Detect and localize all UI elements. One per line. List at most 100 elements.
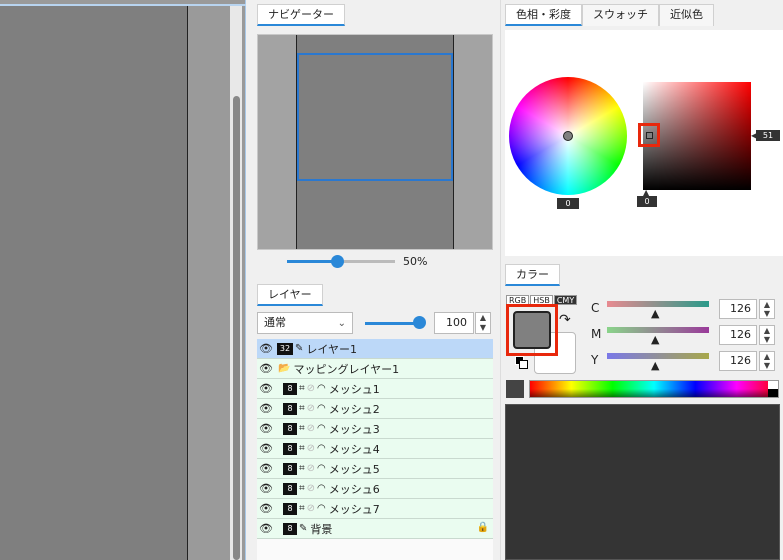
layer-panel: レイヤー 通常 ⌄ 100 ▲ ▼ 👁 32 ✎ レイヤー1 👁 📂 マッピングレ… xyxy=(251,280,497,560)
tab-hue-saturation[interactable]: 色相・彩度 xyxy=(505,4,582,26)
layer-row[interactable]: 👁 8 ⌗ ⊘ ◠ メッシュ5 xyxy=(257,459,493,479)
link-icon: ⊘ xyxy=(306,503,316,514)
color-history-area[interactable] xyxy=(505,404,780,560)
mesh-icon: ◠ xyxy=(317,443,326,454)
layer-list[interactable]: 👁 32 ✎ レイヤー1 👁 📂 マッピングレイヤー1 👁 8 ⌗ ⊘ ◠ メッ… xyxy=(257,339,493,560)
eye-icon[interactable]: 👁 xyxy=(257,462,275,475)
hue-value-badge: 0 xyxy=(557,198,579,209)
opacity-slider-knob[interactable] xyxy=(413,316,426,329)
link-icon: ⊘ xyxy=(306,383,316,394)
tab-swatch[interactable]: スウォッチ xyxy=(582,4,659,26)
layer-row[interactable]: 👁 8 ⌗ ⊘ ◠ メッシュ6 xyxy=(257,479,493,499)
layer-name: マッピングレイヤー1 xyxy=(293,362,400,376)
mesh-grid-icon: ⌗ xyxy=(299,423,305,434)
layer-row[interactable]: 👁 8 ⌗ ⊘ ◠ メッシュ7 xyxy=(257,499,493,519)
zoom-slider-knob[interactable] xyxy=(331,255,344,268)
channel-label-m: M xyxy=(591,327,602,341)
layer-row[interactable]: 👁 8 ⌗ ⊘ ◠ メッシュ2 xyxy=(257,399,493,419)
navigator-preview[interactable] xyxy=(257,34,493,250)
saturation-value-marker[interactable] xyxy=(638,123,660,147)
mesh-icon: ◠ xyxy=(317,383,326,394)
opacity-input[interactable]: 100 xyxy=(434,312,474,334)
layer-row[interactable]: 👁 8 ⌗ ⊘ ◠ メッシュ4 xyxy=(257,439,493,459)
color-spectrum-bar[interactable] xyxy=(529,380,779,398)
blend-mode-select[interactable]: 通常 ⌄ xyxy=(257,312,353,334)
layer-name: メッシュ2 xyxy=(328,402,380,416)
cyan-input[interactable]: 126 xyxy=(719,299,757,319)
eye-icon[interactable]: 👁 xyxy=(257,382,275,395)
bit-depth-badge: 8 xyxy=(283,522,297,535)
eye-icon[interactable]: 👁 xyxy=(257,442,275,455)
mesh-grid-icon: ⌗ xyxy=(299,503,305,514)
zoom-slider-fill xyxy=(287,260,337,263)
layer-name: メッシュ5 xyxy=(328,462,380,476)
tab-similar-colors[interactable]: 近似色 xyxy=(659,4,714,26)
color-tab-bar: 色相・彩度 スウォッチ 近似色 xyxy=(505,4,714,26)
layer-row[interactable]: 👁 8 ⌗ ⊘ ◠ メッシュ3 xyxy=(257,419,493,439)
canvas-scroll-thumb[interactable] xyxy=(233,96,240,560)
layer-name: メッシュ4 xyxy=(328,442,380,456)
mesh-icon: ◠ xyxy=(317,463,326,474)
eye-icon[interactable]: 👁 xyxy=(257,502,275,515)
link-icon: ⊘ xyxy=(306,423,316,434)
cyan-slider-knob[interactable]: ▲ xyxy=(651,307,659,320)
mesh-icon: ◠ xyxy=(317,503,326,514)
eye-icon[interactable]: 👁 xyxy=(257,342,275,355)
tab-layers[interactable]: レイヤー xyxy=(257,284,323,306)
eye-icon[interactable]: 👁 xyxy=(257,362,275,375)
mesh-grid-icon: ⌗ xyxy=(299,483,305,494)
yellow-spinner[interactable]: ▲ ▼ xyxy=(759,351,775,371)
black-white-chip[interactable] xyxy=(768,381,778,397)
bit-depth-badge: 8 xyxy=(283,442,297,455)
swap-colors-icon[interactable]: ↷ xyxy=(559,312,571,328)
magenta-spinner[interactable]: ▲ ▼ xyxy=(759,325,775,345)
channel-label-c: C xyxy=(591,301,600,315)
reset-white-square xyxy=(519,360,528,369)
folder-icon[interactable]: 📂 xyxy=(278,363,290,374)
bit-depth-badge: 8 xyxy=(283,422,297,435)
layer-name: 背景 xyxy=(310,522,333,536)
mesh-grid-icon: ⌗ xyxy=(299,463,305,474)
hue-wheel-cursor[interactable] xyxy=(563,131,573,141)
eye-icon[interactable]: 👁 xyxy=(257,482,275,495)
color-wheel-area: 0 ◀ 51 ▲ 0 xyxy=(505,30,783,256)
canvas-document[interactable] xyxy=(0,6,188,560)
magenta-input[interactable]: 126 xyxy=(719,325,757,345)
yellow-slider-knob[interactable]: ▲ xyxy=(651,359,659,372)
bit-depth-badge: 8 xyxy=(283,382,297,395)
layer-row[interactable]: 👁 32 ✎ レイヤー1 xyxy=(257,339,493,359)
layer-row[interactable]: 👁 8 ✎ 背景 🔒 xyxy=(257,519,493,539)
main-color-swatch[interactable] xyxy=(513,311,551,349)
link-icon: ⊘ xyxy=(306,483,316,494)
link-icon: ⊘ xyxy=(306,443,316,454)
mesh-grid-icon: ⌗ xyxy=(299,403,305,414)
magenta-slider-knob[interactable]: ▲ xyxy=(651,333,659,346)
mesh-icon: ◠ xyxy=(317,403,326,414)
channel-label-y: Y xyxy=(591,353,599,367)
pencil-icon: ✎ xyxy=(295,343,304,354)
canvas-area[interactable] xyxy=(0,0,246,560)
opacity-spinner[interactable]: ▲ ▼ xyxy=(475,312,491,334)
reset-colors-icon[interactable] xyxy=(515,356,529,370)
eye-icon[interactable]: 👁 xyxy=(257,402,275,415)
gray-chip[interactable] xyxy=(506,380,524,398)
tab-navigator[interactable]: ナビゲーター xyxy=(257,4,345,26)
eye-icon[interactable]: 👁 xyxy=(257,522,275,535)
layer-row[interactable]: 👁 📂 マッピングレイヤー1 xyxy=(257,359,493,379)
main-color-highlight xyxy=(506,304,558,356)
yellow-input[interactable]: 126 xyxy=(719,351,757,371)
mesh-grid-icon: ⌗ xyxy=(299,383,305,394)
layer-row[interactable]: 👁 8 ⌗ ⊘ ◠ メッシュ1 xyxy=(257,379,493,399)
eye-icon[interactable]: 👁 xyxy=(257,422,275,435)
layer-name: メッシュ3 xyxy=(328,422,380,436)
cyan-spinner[interactable]: ▲ ▼ xyxy=(759,299,775,319)
zoom-value: 50% xyxy=(403,255,428,268)
link-icon: ⊘ xyxy=(306,463,316,474)
bit-depth-badge: 8 xyxy=(283,502,297,515)
lock-icon[interactable]: 🔒 xyxy=(477,522,489,533)
bit-depth-badge: 32 xyxy=(277,342,293,355)
navigator-viewport-rect[interactable] xyxy=(297,53,453,181)
tab-color[interactable]: カラー xyxy=(505,264,560,286)
mesh-grid-icon: ⌗ xyxy=(299,443,305,454)
bit-depth-badge: 8 xyxy=(283,482,297,495)
